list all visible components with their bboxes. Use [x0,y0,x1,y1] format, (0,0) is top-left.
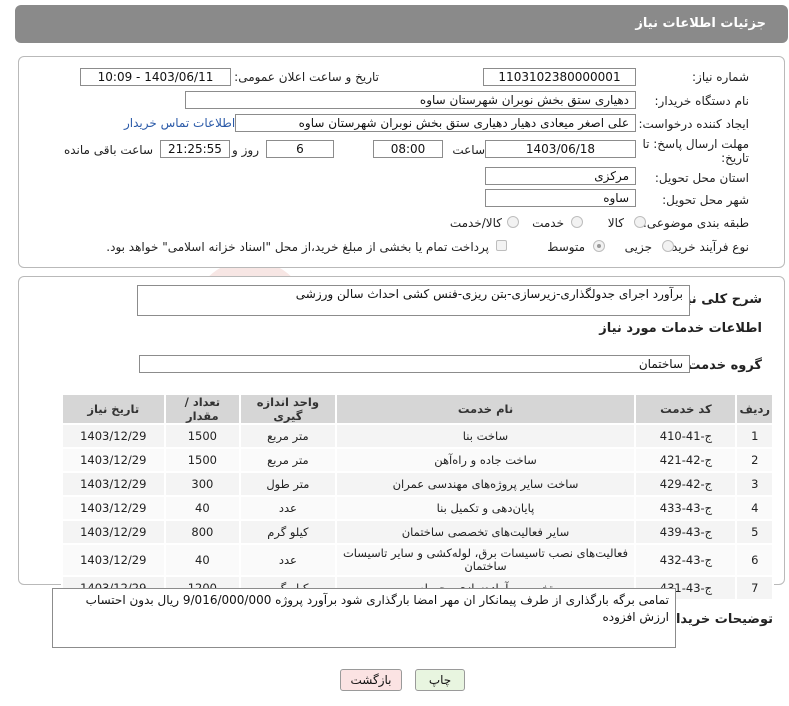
cell-date: 1403/12/29 [61,423,166,449]
payment-note: پرداخت تمام یا بخشی از مبلغ خرید،از محل … [106,240,489,254]
cell-name: پایان‌دهی و تکمیل بنا [334,495,637,521]
cell-name: ساخت جاده و راه‌آهن [334,447,637,473]
cell-qty: 1500 [163,447,242,473]
process-radio-medium[interactable] [593,240,605,252]
requester-field: علی اصغر میعادی دهیار دهیاری ستق بخش نوب… [235,114,636,132]
cell-index: 1 [735,423,774,449]
cell-name: ساخت بنا [334,423,637,449]
cell-date: 1403/12/29 [61,471,166,497]
category-option-goods: کالا [607,216,624,230]
process-label: نوع فرآیند خرید : [664,240,749,254]
table-header-row: ردیف کد خدمت نام خدمت واحد اندازه گیری ت… [61,393,774,425]
category-option-goods-service: کالا/خدمت [449,216,502,230]
cell-code: ج-42-421 [634,447,738,473]
cell-name: فعالیت‌های نصب تاسیسات برق، لوله‌کشی و س… [334,543,637,577]
col-header-unit: واحد اندازه گیری [239,393,337,425]
print-button[interactable]: چاپ [415,669,465,691]
table-row: 6 ج-43-432 فعالیت‌های نصب تاسیسات برق، ل… [61,543,774,577]
cell-index: 5 [735,519,774,545]
process-radio-minor[interactable] [662,240,674,252]
need-details-panel [18,56,785,268]
buyer-contact-link[interactable]: اطلاعات تماس خریدار [124,116,235,130]
service-group-label: گروه خدمت: [682,358,762,373]
cell-qty: 40 [163,495,242,521]
cell-qty: 1500 [163,423,242,449]
col-header-name: نام خدمت [334,393,637,425]
cell-unit: عدد [239,543,337,577]
table-row: 4 ج-43-433 پایان‌دهی و تکمیل بنا عدد 40 … [61,495,774,521]
deadline-time-field: 08:00 [373,140,443,158]
province-field: مرکزی [485,167,636,185]
cell-code: ج-43-439 [634,519,738,545]
buyer-org-label: نام دستگاه خریدار: [654,94,750,108]
cell-name: ساخت سایر پروژه‌های مهندسی عمران [334,471,637,497]
process-option-medium: متوسط [547,240,585,254]
remaining-time-field: 21:25:55 [160,140,230,158]
deadline-label-line2: تاریخ: [721,151,749,165]
cell-unit: متر طول [239,471,337,497]
page-header: جزئیات اطلاعات نیاز [15,5,788,43]
process-option-minor: جزیی [624,240,652,254]
category-option-service: خدمت [532,216,564,230]
services-table: ردیف کد خدمت نام خدمت واحد اندازه گیری ت… [61,393,774,601]
cell-date: 1403/12/29 [61,543,166,577]
cell-date: 1403/12/29 [61,447,166,473]
col-header-date: تاریخ نیاز [61,393,166,425]
table-row: 2 ج-42-421 ساخت جاده و راه‌آهن متر مربع … [61,447,774,473]
buyer-notes-textarea: تمامی برگه بارگذاری از طرف پیمانکار ان م… [52,588,676,648]
province-label: استان محل تحویل: [654,171,749,185]
need-number-label: شماره نیاز: [692,70,749,84]
col-header-code: کد خدمت [634,393,738,425]
cell-date: 1403/12/29 [61,519,166,545]
table-row: 1 ج-41-410 ساخت بنا متر مربع 1500 1403/1… [61,423,774,449]
cell-code: ج-43-432 [634,543,738,577]
category-radio-goods-service[interactable] [507,216,519,228]
days-label: روز و [232,143,259,157]
col-header-qty: تعداد / مقدار [163,393,242,425]
cell-qty: 800 [163,519,242,545]
cell-index: 4 [735,495,774,521]
buyer-org-field: دهیاری ستق بخش نوبران شهرستان ساوه [185,91,636,109]
cell-code: ج-42-429 [634,471,738,497]
city-field: ساوه [485,189,636,207]
summary-textarea: برآورد اجرای جدولگذاری-زیرسازی-بتن ریزی-… [137,285,690,316]
table-row: 5 ج-43-439 سایر فعالیت‌های تخصصی ساختمان… [61,519,774,545]
category-label: طبقه بندی موضوعی: [642,216,749,230]
city-label: شهر محل تحویل: [662,193,749,207]
treasury-payment-checkbox[interactable] [496,240,507,251]
back-button[interactable]: بازگشت [340,669,402,691]
service-group-field: ساختمان [139,355,690,373]
col-header-index: ردیف [735,393,774,425]
cell-index: 6 [735,543,774,577]
services-section-title: اطلاعات خدمات مورد نیاز [599,321,762,336]
cell-code: ج-41-410 [634,423,738,449]
buyer-notes-label: توضیحات خریدار: [663,612,773,627]
time-label: ساعت [452,143,485,157]
cell-unit: کیلو گرم [239,519,337,545]
cell-index: 3 [735,471,774,497]
cell-code: ج-43-433 [634,495,738,521]
cell-unit: متر مربع [239,447,337,473]
cell-index: 2 [735,447,774,473]
cell-unit: عدد [239,495,337,521]
deadline-label-line1: مهلت ارسال پاسخ: تا [642,137,749,151]
requester-label: ایجاد کننده درخواست: [638,117,749,131]
table-row: 3 ج-42-429 ساخت سایر پروژه‌های مهندسی عم… [61,471,774,497]
remaining-label: ساعت باقی مانده [63,143,153,157]
days-remaining-field: 6 [266,140,334,158]
need-number-field: 1103102380000001 [483,68,636,86]
category-radio-goods[interactable] [634,216,646,228]
cell-date: 1403/12/29 [61,495,166,521]
deadline-date-field: 1403/06/18 [485,140,636,158]
cell-index: 7 [735,575,774,601]
announce-field: 1403/06/11 - 10:09 [80,68,231,86]
cell-qty: 40 [163,543,242,577]
category-radio-service[interactable] [571,216,583,228]
cell-unit: متر مربع [239,423,337,449]
cell-qty: 300 [163,471,242,497]
page-title: جزئیات اطلاعات نیاز [635,16,766,31]
cell-name: سایر فعالیت‌های تخصصی ساختمان [334,519,637,545]
announce-label: تاریخ و ساعت اعلان عمومی: [234,70,379,84]
